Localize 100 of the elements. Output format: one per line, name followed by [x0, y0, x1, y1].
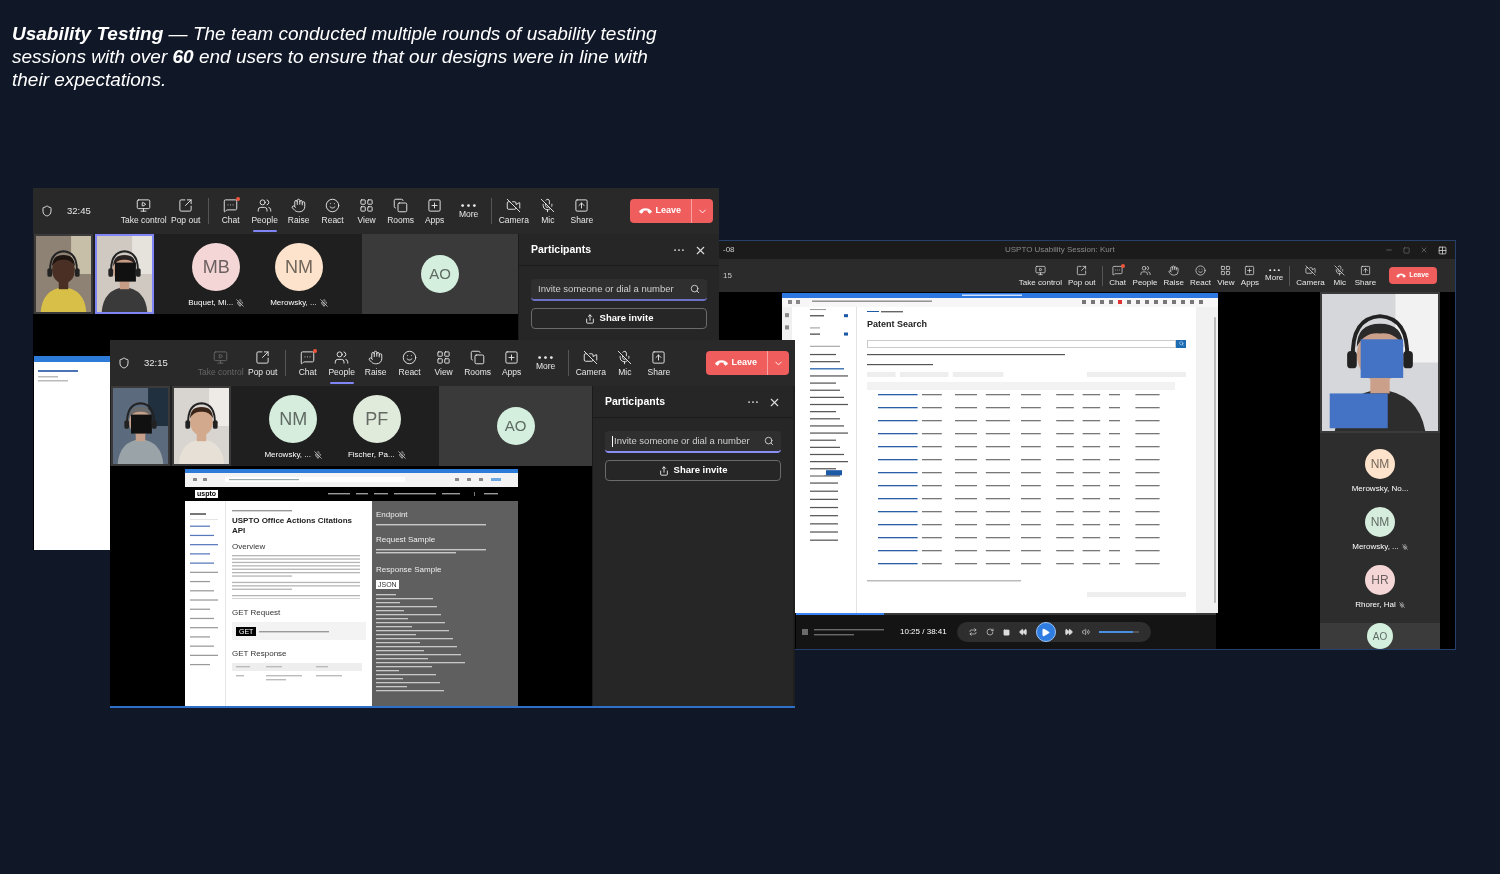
share-invite-button[interactable]: Share invite [605, 460, 781, 481]
more-icon [461, 203, 477, 207]
toolbar-button[interactable]: More [1262, 259, 1287, 292]
toolbar-button[interactable]: Chat [213, 189, 248, 233]
toolbar-button[interactable]: Take control [1015, 259, 1065, 292]
toolbar-button[interactable]: Camera [496, 189, 531, 233]
toolbar-button[interactable]: View [426, 341, 461, 385]
toolbar-button[interactable]: Share [1351, 259, 1380, 292]
toolbar-button[interactable]: Rooms [460, 341, 495, 385]
toolbar-button[interactable]: More [528, 341, 563, 385]
fast-forward-icon[interactable] [1064, 628, 1073, 636]
hand-icon [291, 197, 307, 213]
participant-name: Merowsky, ... [1352, 541, 1399, 553]
toolbar-button[interactable]: Chat [1105, 259, 1130, 292]
toolbar-button[interactable]: Pop out [245, 341, 280, 385]
share-icon [584, 313, 595, 324]
squares-icon [393, 197, 409, 213]
panel-title: Participants [605, 394, 666, 410]
search-icon [764, 436, 774, 446]
mic-off-icon [1334, 264, 1346, 276]
search-field[interactable] [867, 339, 1176, 348]
call-timer: 32:45 [67, 203, 91, 218]
toolbar-button[interactable]: Mic [1327, 259, 1352, 292]
grid-icon[interactable] [1438, 245, 1447, 255]
toolbar-button[interactable]: People [247, 189, 282, 233]
toolbar-fragment: 15 [723, 269, 732, 282]
section-heading: GET Response [232, 648, 288, 660]
panel-title: Participants [531, 242, 592, 258]
toolbar-button[interactable]: Raise [281, 189, 316, 233]
toolbar-button[interactable]: Apps [494, 341, 529, 385]
toolbar-button[interactable]: Rooms [383, 189, 418, 233]
play-button[interactable] [1035, 622, 1056, 642]
squares-icon [470, 349, 486, 365]
avatar: AO [496, 407, 535, 445]
toolbar-button[interactable]: Pop out [1065, 259, 1099, 292]
toolbar-button[interactable]: Chat [290, 341, 325, 385]
pop-out-icon [178, 197, 194, 213]
toolbar-button[interactable]: More [451, 189, 486, 233]
invite-field[interactable]: Invite someone or dial a number [531, 279, 707, 301]
avatar: NM [269, 395, 318, 443]
monitor-icon [1034, 264, 1046, 276]
toolbar-button[interactable]: Mic [530, 189, 565, 233]
hand-icon [1168, 264, 1180, 276]
toolbar-button[interactable]: Raise [358, 341, 393, 385]
invite-field[interactable]: Invite someone or dial a number [605, 431, 781, 453]
share-icon [1359, 264, 1371, 276]
chat-icon [223, 197, 239, 213]
avatar: MB [192, 243, 241, 291]
toolbar-button[interactable]: Apps [417, 189, 452, 233]
toolbar-button[interactable]: Apps [1237, 259, 1263, 292]
toolbar-button[interactable]: People [324, 341, 359, 385]
share-icon [658, 465, 669, 476]
toolbar-button[interactable]: People [1129, 259, 1161, 292]
toolbar-button[interactable]: Camera [573, 341, 608, 385]
toolbar-button[interactable]: React [392, 341, 427, 385]
section-heading: GET Request [232, 607, 282, 619]
toolbar-button[interactable]: Share [641, 341, 676, 385]
search-icon [690, 284, 700, 294]
avatar: AO [1367, 623, 1393, 649]
more-icon[interactable] [674, 248, 684, 252]
panel-heading: Response Sample [376, 564, 443, 576]
play-icon [1041, 627, 1051, 637]
people-icon [334, 349, 350, 365]
toolbar-button[interactable]: React [1186, 259, 1214, 292]
toolbar-button[interactable]: Raise [1160, 259, 1187, 292]
share-icon [574, 197, 590, 213]
call-timer: 32:15 [144, 355, 168, 370]
window-title: USPTO Usability Session: Kurt [1003, 244, 1116, 256]
smiley-icon [325, 197, 341, 213]
toolbar-button[interactable]: View [349, 189, 384, 233]
toolbar-button[interactable]: Mic [607, 341, 642, 385]
toolbar-button[interactable]: Pop out [168, 189, 203, 233]
more-icon[interactable] [748, 400, 758, 404]
grid-icon [1220, 264, 1232, 276]
participant-name: Merowsky, No... [1351, 483, 1409, 495]
volume-icon[interactable] [1081, 628, 1090, 636]
search-button[interactable] [1176, 339, 1186, 348]
toolbar-button[interactable]: Take control [118, 189, 169, 233]
rotate-icon[interactable] [985, 628, 994, 636]
camera-off-icon [1305, 264, 1317, 276]
toolbar-button[interactable]: Camera [1293, 259, 1328, 292]
share-invite-button[interactable]: Share invite [531, 308, 707, 329]
monitor-icon [136, 197, 152, 213]
avatar: PF [352, 395, 401, 443]
share-icon [651, 349, 667, 365]
toolbar-button[interactable]: View [1213, 259, 1238, 292]
rewind-icon[interactable] [1018, 628, 1027, 636]
more-icon [1268, 268, 1280, 272]
pop-out-icon [1076, 264, 1088, 276]
grid-icon [436, 349, 452, 365]
search-icon [1178, 341, 1184, 346]
avatar: NM [1365, 507, 1395, 537]
chat-icon [1112, 264, 1124, 276]
toolbar-button[interactable]: Share [564, 189, 599, 233]
toolbar-button[interactable]: React [315, 189, 350, 233]
shield-icon [118, 357, 130, 369]
repeat-icon[interactable] [968, 628, 977, 636]
smiley-icon [1194, 264, 1206, 276]
stop-icon[interactable] [1002, 628, 1010, 636]
avatar: NM [274, 243, 323, 291]
